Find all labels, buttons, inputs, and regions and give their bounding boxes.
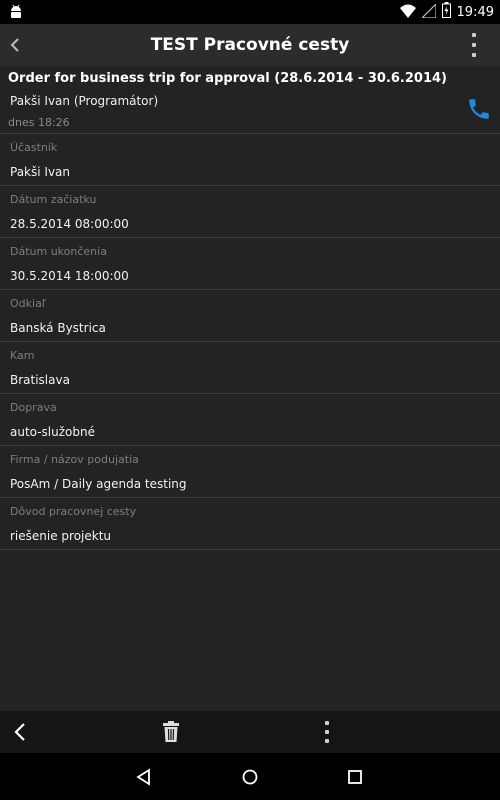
field-label: Účastník: [10, 141, 58, 154]
status-bar: 19:49: [0, 0, 500, 24]
menu-dot: [325, 739, 329, 743]
nav-back-icon[interactable]: [134, 767, 154, 787]
back-chevron-icon[interactable]: [10, 719, 30, 745]
field-dovod: Dôvod pracovnej cesty riešenie projektu: [0, 498, 500, 550]
detail-fields: Účastník Pakši Ivan Dátum začiatku 28.5.…: [0, 134, 500, 550]
field-ucastnik: Účastník Pakši Ivan: [0, 134, 500, 186]
field-value: 30.5.2014 18:00:00: [10, 269, 129, 283]
bottom-action-bar: [0, 711, 500, 753]
field-label: Kam: [10, 349, 35, 362]
field-datum-zaciatku: Dátum začiatku 28.5.2014 08:00:00: [0, 186, 500, 238]
page-title: TEST Pracovné cesty: [150, 35, 350, 55]
battery-icon: [441, 2, 451, 22]
field-label: Dôvod pracovnej cesty: [10, 505, 137, 518]
menu-dot: [472, 43, 476, 47]
field-doprava: Doprava auto-služobné: [0, 394, 500, 446]
request-timestamp: dnes 18:26: [8, 116, 70, 129]
field-value: Bratislava: [10, 373, 70, 387]
trip-title: Order for business trip for approval (28…: [8, 71, 447, 86]
menu-dot: [325, 730, 329, 734]
menu-dot: [472, 33, 476, 37]
overflow-menu-icon[interactable]: [468, 33, 480, 57]
nav-recents-icon[interactable]: [346, 768, 364, 786]
signal-icon: [420, 2, 437, 22]
menu-dot: [325, 721, 329, 725]
field-kam: Kam Bratislava: [0, 342, 500, 394]
field-label: Doprava: [10, 401, 57, 414]
android-icon: [8, 3, 24, 21]
nav-home-icon[interactable]: [240, 767, 260, 787]
field-value: auto-služobné: [10, 425, 95, 439]
field-datum-ukoncenia: Dátum ukončenia 30.5.2014 18:00:00: [0, 238, 500, 290]
field-value: 28.5.2014 08:00:00: [10, 217, 129, 231]
field-value: PosAm / Daily agenda testing: [10, 477, 187, 491]
action-bar: TEST Pracovné cesty: [0, 24, 500, 66]
overflow-menu-icon[interactable]: [322, 721, 332, 743]
field-value: Pakši Ivan: [10, 165, 70, 179]
phone-icon[interactable]: [466, 96, 492, 122]
wifi-icon: [399, 3, 416, 22]
field-label: Odkiaľ: [10, 297, 46, 310]
trash-icon[interactable]: [162, 721, 182, 743]
field-value: Banská Bystrica: [10, 321, 106, 335]
field-label: Dátum začiatku: [10, 193, 97, 206]
status-time: 19:49: [456, 4, 494, 20]
requester-name: Pakši Ivan (Programátor): [10, 94, 159, 108]
field-firma: Firma / názov podujatia PosAm / Daily ag…: [0, 446, 500, 498]
system-nav-bar: [0, 753, 500, 800]
field-odkial: Odkiaľ Banská Bystrica: [0, 290, 500, 342]
menu-dot: [472, 53, 476, 57]
field-label: Firma / názov podujatia: [10, 453, 139, 466]
trip-header: Order for business trip for approval (28…: [0, 66, 500, 134]
field-label: Dátum ukončenia: [10, 245, 107, 258]
field-value: riešenie projektu: [10, 529, 112, 543]
back-arrow-icon[interactable]: [4, 30, 26, 60]
